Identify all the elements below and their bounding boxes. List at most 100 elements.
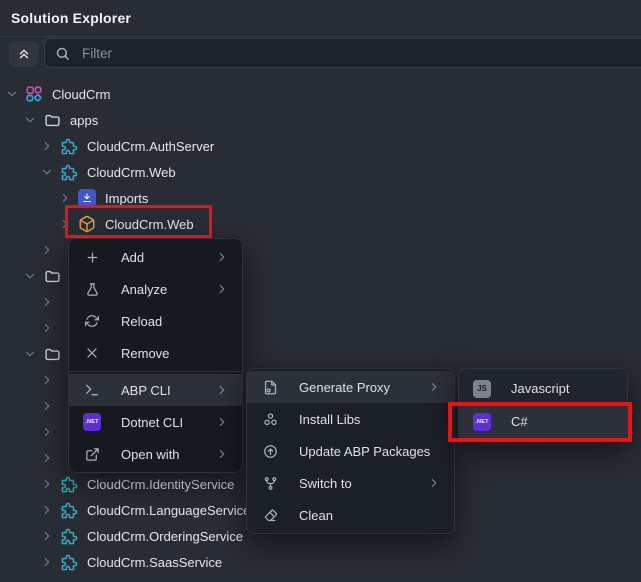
chevron-down-icon[interactable]	[39, 164, 55, 180]
menu-item-c[interactable]: .NET C#	[459, 405, 627, 438]
chevron-down-icon[interactable]	[22, 268, 38, 284]
module-icon	[59, 162, 79, 182]
eraser-icon	[261, 508, 279, 523]
tree-item-label: CloudCrm.IdentityService	[87, 477, 234, 492]
chevron-right-icon[interactable]	[39, 320, 55, 336]
tree-item-label: CloudCrm.Web	[105, 217, 194, 232]
filter-input[interactable]	[80, 45, 631, 62]
chevron-down-icon[interactable]	[22, 346, 38, 362]
double-chevron-up-icon	[17, 47, 31, 61]
menu-item-switch-to[interactable]: Switch to	[247, 467, 454, 499]
menu-item-label: Add	[121, 250, 216, 265]
menu-item-abp-cli[interactable]: ABP CLI	[69, 374, 242, 406]
menu-separator	[69, 371, 242, 372]
menu-item-add[interactable]: Add	[69, 241, 242, 273]
chevron-right-icon[interactable]	[39, 476, 55, 492]
libs-icon	[261, 412, 279, 427]
menu-item-dotnet-cli[interactable]: .NET Dotnet CLI	[69, 406, 242, 438]
submenu-chevron-icon	[216, 251, 228, 263]
tree-item-label: CloudCrm	[52, 87, 111, 102]
submenu-chevron-icon	[428, 381, 440, 393]
solution-icon	[24, 84, 44, 104]
tree-item-cloudcrm-saasservice[interactable]: CloudCrm.SaasService	[0, 549, 641, 575]
menu-item-open-with[interactable]: Open with	[69, 438, 242, 470]
menu-item-label: Update ABP Packages	[299, 444, 440, 459]
menu-item-label: C#	[511, 414, 613, 429]
menu-item-update-abp-packages[interactable]: Update ABP Packages	[247, 435, 454, 467]
chevron-right-icon[interactable]	[39, 554, 55, 570]
collapse-all-button[interactable]	[9, 41, 38, 67]
close-icon	[83, 346, 101, 360]
submenu-chevron-icon	[216, 416, 228, 428]
panel-title: Solution Explorer	[11, 10, 131, 26]
menu-item-reload[interactable]: Reload	[69, 305, 242, 337]
tree-item-label: CloudCrm.LanguageService	[87, 503, 250, 518]
menu-item-generate-proxy[interactable]: Generate Proxy	[247, 371, 454, 403]
menu-item-clean[interactable]: Clean	[247, 499, 454, 531]
chevron-right-icon[interactable]	[39, 242, 55, 258]
tree-item-imports[interactable]: Imports	[0, 185, 641, 211]
search-icon	[55, 46, 70, 61]
menu-item-label: Analyze	[121, 282, 216, 297]
chevron-right-icon[interactable]	[57, 216, 73, 232]
tree-item-label: CloudCrm.Web	[87, 165, 176, 180]
abp-cli-submenu: Generate Proxy Install Libs Update ABP Pac…	[246, 368, 455, 534]
context-menu: Add Analyze Reload Remove ABP CLI .NET Dotnet …	[68, 238, 243, 473]
filter-search-box[interactable]	[44, 38, 641, 68]
menu-item-install-libs[interactable]: Install Libs	[247, 403, 454, 435]
open-external-icon	[83, 447, 101, 462]
menu-item-analyze[interactable]: Analyze	[69, 273, 242, 305]
menu-item-label: Install Libs	[299, 412, 440, 427]
terminal-icon	[83, 382, 101, 398]
menu-item-javascript[interactable]: JS Javascript	[459, 372, 627, 405]
chevron-right-icon[interactable]	[57, 190, 73, 206]
menu-item-label: Reload	[121, 314, 228, 329]
module-icon	[59, 136, 79, 156]
dotnet-badge-icon: .NET	[83, 413, 101, 431]
imports-icon	[77, 188, 97, 208]
chevron-right-icon[interactable]	[39, 528, 55, 544]
chevron-right-icon[interactable]	[39, 294, 55, 310]
chevron-right-icon[interactable]	[39, 138, 55, 154]
submenu-chevron-icon	[216, 448, 228, 460]
menu-item-label: Generate Proxy	[299, 380, 428, 395]
submenu-chevron-icon	[216, 384, 228, 396]
chevron-right-icon[interactable]	[39, 502, 55, 518]
chevron-down-icon[interactable]	[22, 112, 38, 128]
javascript-badge-icon: JS	[473, 380, 491, 398]
panel-header: Solution Explorer	[0, 0, 641, 37]
file-gear-icon	[261, 380, 279, 395]
tree-item-label: CloudCrm.SaasService	[87, 555, 222, 570]
module-icon	[59, 500, 79, 520]
branch-icon	[261, 476, 279, 491]
refresh-icon	[83, 314, 101, 328]
tree-item-cloudcrm-web[interactable]: CloudCrm.Web	[0, 211, 641, 237]
imports-badge	[78, 189, 96, 207]
menu-item-remove[interactable]: Remove	[69, 337, 242, 369]
module-icon	[59, 526, 79, 546]
module-icon	[59, 474, 79, 494]
dotnet-badge-icon: .NET	[83, 413, 101, 431]
chevron-down-icon[interactable]	[4, 86, 20, 102]
chevron-right-icon[interactable]	[39, 424, 55, 440]
package-icon	[77, 214, 97, 234]
plus-icon	[83, 250, 101, 265]
csharp-badge-icon: .NET	[473, 413, 491, 431]
tree-item-cloudcrm[interactable]: CloudCrm	[0, 81, 641, 107]
tree-item-apps[interactable]: apps	[0, 107, 641, 133]
chevron-right-icon[interactable]	[39, 372, 55, 388]
menu-item-label: Switch to	[299, 476, 428, 491]
module-icon	[59, 552, 79, 572]
menu-item-label: Javascript	[511, 381, 613, 396]
folder-icon	[42, 110, 62, 130]
submenu-chevron-icon	[216, 283, 228, 295]
chevron-right-icon[interactable]	[39, 398, 55, 414]
menu-item-label: ABP CLI	[121, 383, 216, 398]
javascript-badge-icon: JS	[473, 380, 491, 398]
tree-item-cloudcrm-authserver[interactable]: CloudCrm.AuthServer	[0, 133, 641, 159]
folder-icon	[42, 266, 62, 286]
tree-item-cloudcrm-web[interactable]: CloudCrm.Web	[0, 159, 641, 185]
chevron-right-icon[interactable]	[39, 450, 55, 466]
flask-icon	[83, 282, 101, 297]
menu-item-label: Dotnet CLI	[121, 415, 216, 430]
